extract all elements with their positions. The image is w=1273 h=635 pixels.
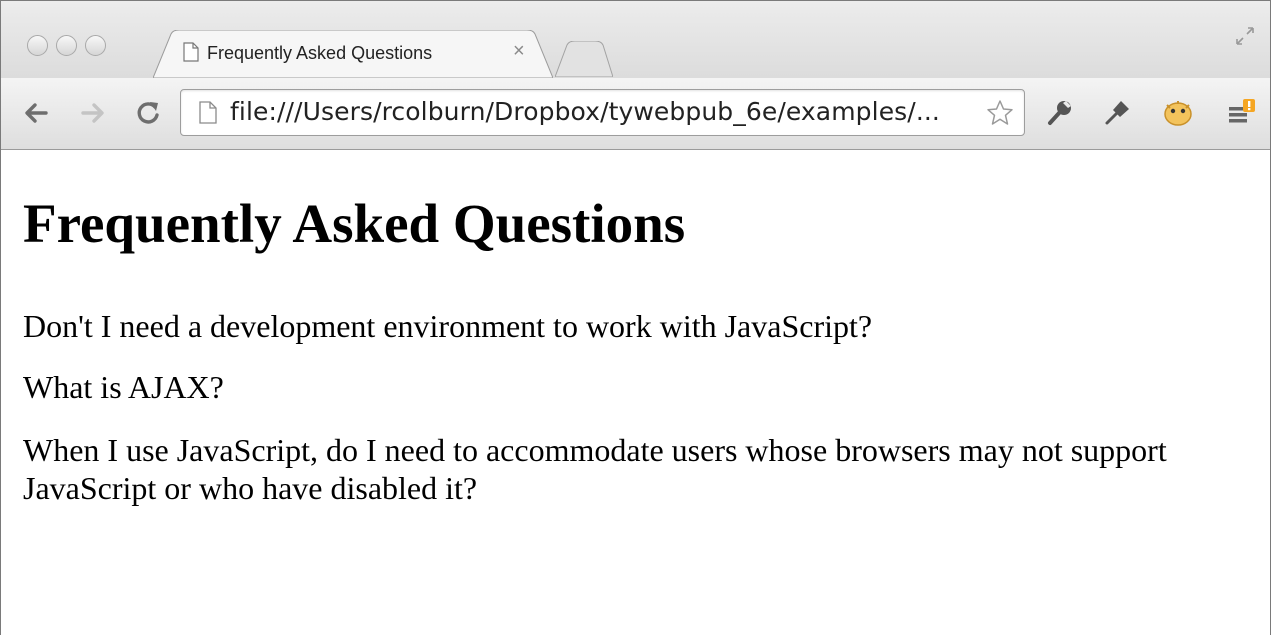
star-icon[interactable] [986,99,1014,132]
close-window-button[interactable] [27,35,48,56]
wrench-icon[interactable] [1045,97,1075,132]
browser-window: Frequently Asked Questions × file:///Use… [0,0,1271,635]
page-icon [199,101,217,129]
page-title: Frequently Asked Questions [23,193,686,254]
forward-arrow-icon[interactable] [78,98,108,133]
tab-title: Frequently Asked Questions [207,43,433,63]
address-bar[interactable]: file:///Users/rcolburn/Dropbox/tywebpub_… [180,89,1025,136]
new-tab-button[interactable] [554,40,614,82]
window-controls [27,35,106,56]
back-arrow-icon[interactable] [21,98,51,133]
url-text[interactable]: file:///Users/rcolburn/Dropbox/tywebpub_… [230,97,940,126]
page-content: Frequently Asked Questions Don't I need … [1,150,1270,635]
toolbar: file:///Users/rcolburn/Dropbox/tywebpub_… [1,78,1270,150]
faq-question: When I use JavaScript, do I need to acco… [23,432,1167,506]
fullscreen-icon[interactable] [1234,25,1256,52]
faq-question: What is AJAX? [23,369,224,405]
tab-active[interactable]: Frequently Asked Questions × [153,30,553,78]
pufferfish-extension-icon[interactable] [1161,97,1195,132]
tab-strip: Frequently Asked Questions × [1,1,1270,78]
pin-icon[interactable] [1103,97,1133,132]
zoom-window-button[interactable] [85,35,106,56]
menu-alert-icon[interactable] [1227,97,1257,132]
reload-icon[interactable] [133,98,163,133]
minimize-window-button[interactable] [56,35,77,56]
faq-question: Don't I need a development environment t… [23,308,873,344]
close-icon[interactable]: × [513,40,525,63]
